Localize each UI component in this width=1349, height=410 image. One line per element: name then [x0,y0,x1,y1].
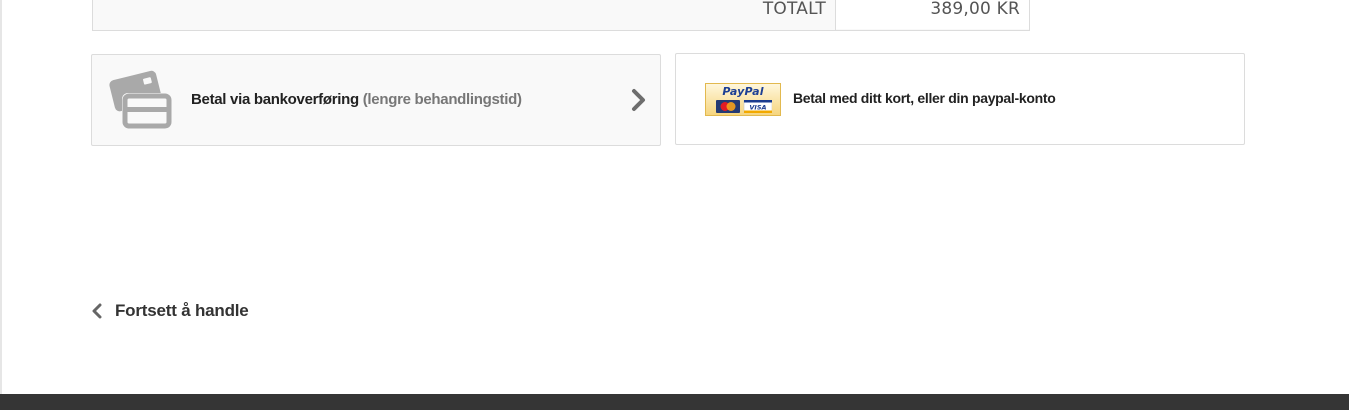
chevron-left-icon [92,303,102,319]
page-footer [0,394,1349,410]
bank-transfer-label: Betal via bankoverføring [191,91,359,108]
credit-card-icon [109,70,172,129]
pay-bank-transfer-button[interactable]: Betal via bankoverføring (lengre behandl… [91,54,661,146]
card-brands-icon: VISA [716,100,772,113]
chevron-right-icon [632,89,645,111]
continue-shopping-label: Fortsett å handle [115,301,249,320]
visa-text: VISA [749,103,766,111]
total-value-cell: 389,00 KR [836,0,1029,29]
pay-paypal-button[interactable]: PayPal VISA Betal med ditt kort, eller d… [675,53,1245,145]
page-left-border [0,0,2,394]
paypal-logo: PayPal VISA [705,83,781,116]
paypal-logo-text: PayPal [722,85,764,98]
paypal-label: Betal med ditt kort, eller din paypal-ko… [793,90,1056,106]
bank-transfer-text: Betal via bankoverføring (lengre behandl… [191,91,522,108]
total-value: 389,00 KR [930,0,1020,19]
bank-transfer-note: (lengre behandlingstid) [362,91,522,108]
order-total-row: TOTALT 389,00 KR [92,0,1030,31]
total-label: TOTALT [762,0,826,19]
continue-shopping-link[interactable]: Fortsett å handle [91,301,249,321]
